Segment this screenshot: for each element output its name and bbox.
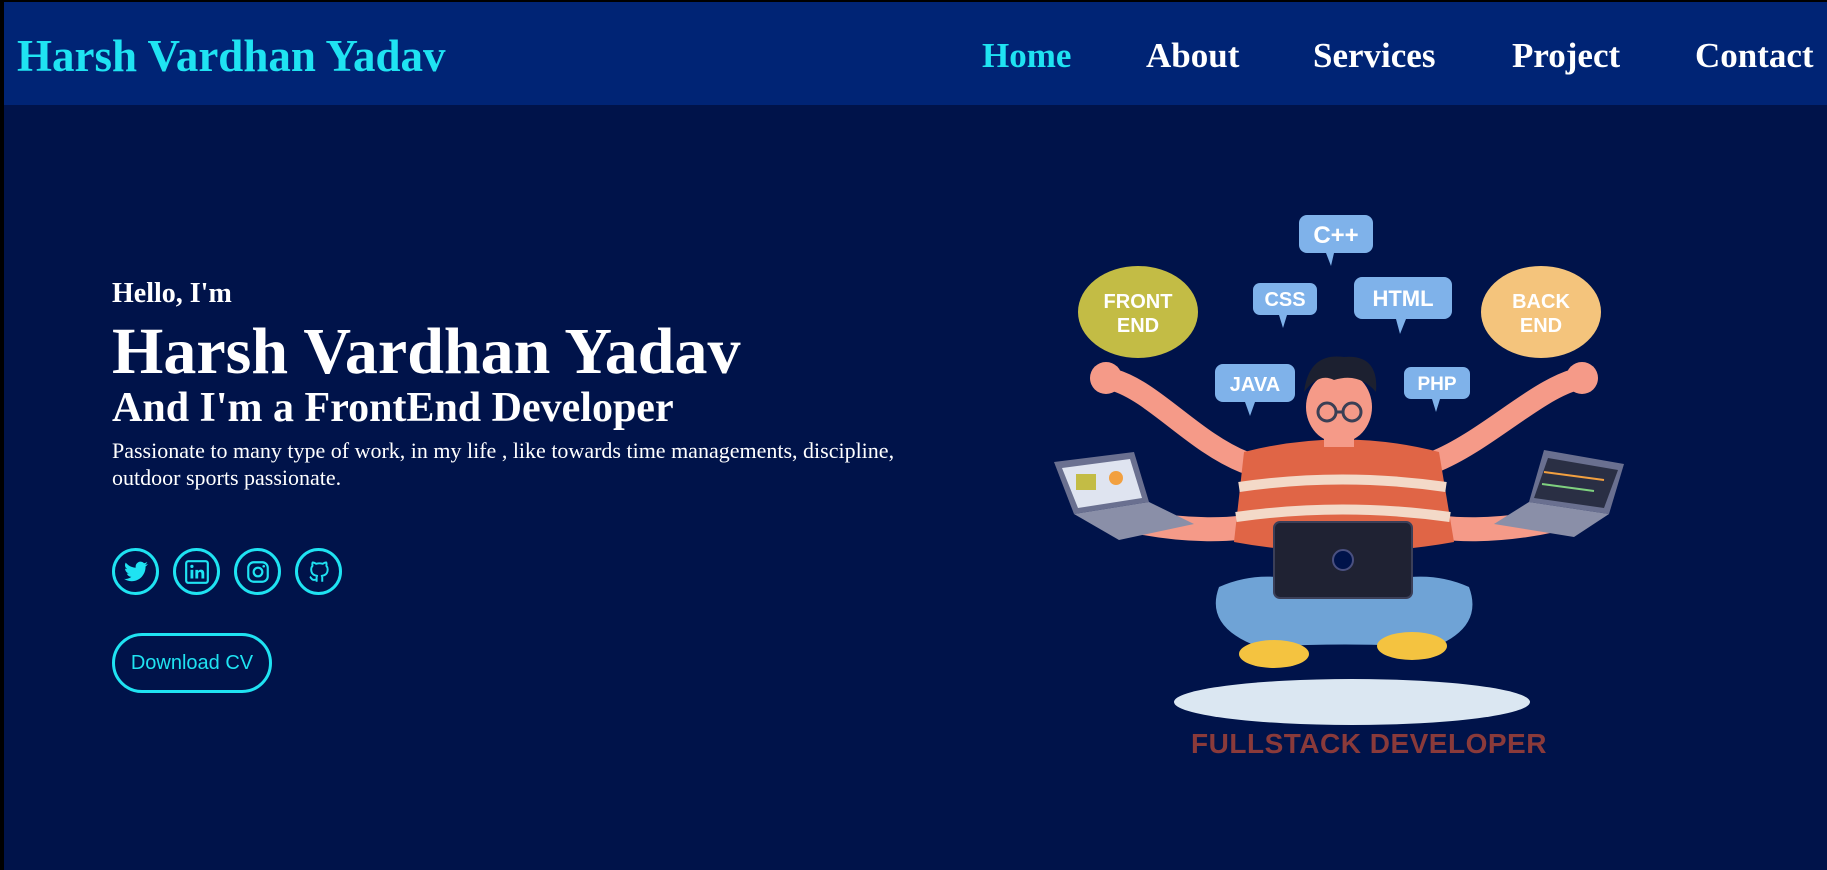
github-link[interactable] [295,548,342,595]
twitter-link[interactable] [112,548,159,595]
developer-illustration-graphic: C++ CSS HTML JAVA PHP FRONT END BACK END [1054,215,1624,725]
linkedin-link[interactable] [173,548,220,595]
bubble-front-line1: FRONT [1104,291,1173,313]
bubble-front-line2: END [1117,315,1159,337]
bubble-html: HTML [1372,286,1433,311]
linkedin-icon [184,559,209,584]
instagram-icon [246,560,269,583]
illustration-caption: FULLSTACK DEVELOPER [1191,728,1547,759]
nav-about[interactable]: About [1146,36,1239,76]
twitter-icon [123,561,148,581]
main-nav: Home About Services Project Contact [4,36,1827,80]
hero-name: Harsh Vardhan Yadav [112,315,741,388]
hero-role: And I'm a FrontEnd Developer [112,385,674,431]
social-links [112,548,342,595]
hero-text: Hello, I'm Harsh Vardhan Yadav And I'm a… [112,278,932,491]
navbar: Harsh Vardhan Yadav Home About Services … [4,2,1827,105]
hero-greeting: Hello, I'm [112,278,232,309]
instagram-link[interactable] [234,548,281,595]
bubble-back-line2: END [1520,315,1562,337]
nav-services[interactable]: Services [1313,36,1435,76]
bubble-back-line1: BACK [1512,291,1570,313]
bubble-php: PHP [1417,374,1456,395]
hero-description: Passionate to many type of work, in my l… [112,438,895,490]
bubble-java: JAVA [1230,374,1280,396]
download-cv-button[interactable]: Download CV [112,633,272,693]
nav-home[interactable]: Home [982,36,1071,76]
bubble-cpp: C++ [1313,222,1358,249]
bubble-css: CSS [1264,289,1305,311]
page: Harsh Vardhan Yadav Home About Services … [4,2,1827,870]
github-icon [308,560,329,582]
fullstack-developer-illustration: C++ CSS HTML JAVA PHP FRONT END BACK END… [1034,202,1634,782]
nav-project[interactable]: Project [1512,36,1620,76]
nav-contact[interactable]: Contact [1695,36,1814,76]
